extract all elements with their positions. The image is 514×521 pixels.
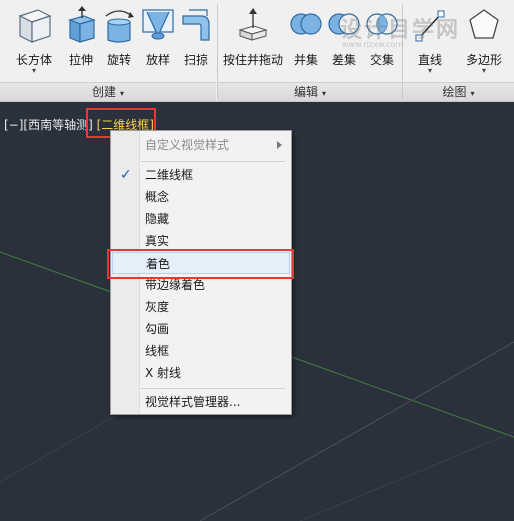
panel-create: 长方体 ▾ 拉伸 旋转 放样 扫掠 创建 ▾ (0, 0, 217, 101)
panel-edit-title[interactable]: 编辑 ▾ (218, 82, 402, 101)
panel-edit-title-text: 编辑 (293, 85, 318, 99)
loft-label: 放样 (145, 53, 170, 67)
menu-item-x-ray[interactable]: X 射线 (112, 362, 290, 384)
extrude-label: 拉伸 (68, 53, 93, 67)
box-dropdown-arrow[interactable]: ▾ (8, 66, 60, 75)
revolve-label: 旋转 (106, 53, 131, 67)
ribbon: 长方体 ▾ 拉伸 旋转 放样 扫掠 创建 ▾ 按住并拖动 并集 差集 交集 编辑… (0, 0, 514, 102)
watermark-url: www.rjzxw.com (342, 40, 404, 49)
viewport-menu-control[interactable]: [−] (4, 118, 23, 132)
panel-draw-title[interactable]: 绘图 ▾ (403, 82, 514, 101)
panel-draw-title-text: 绘图 (442, 85, 467, 99)
panel-create-expand-icon: ▾ (120, 89, 125, 98)
intersect-label: 交集 (369, 53, 394, 67)
revolve-icon (105, 10, 134, 43)
union-icon (290, 13, 322, 35)
loft-icon (142, 9, 174, 40)
sweep-label: 扫掠 (183, 53, 208, 67)
menu-item-conceptual[interactable]: 概念 (112, 186, 290, 208)
panel-create-title[interactable]: 创建 ▾ (0, 82, 216, 101)
sweep-icon (182, 9, 210, 41)
submenu-arrow-icon (277, 141, 282, 149)
menu-item-wireframe[interactable]: 线框 (112, 340, 290, 362)
subtract-label: 差集 (331, 53, 356, 67)
panel-create-title-text: 创建 (91, 85, 116, 99)
box-icon (18, 9, 52, 43)
line-dropdown-arrow[interactable]: ▾ (407, 66, 453, 75)
menu-item-2d-wireframe[interactable]: ✓ 二维线框 (112, 164, 290, 186)
menu-separator (141, 388, 285, 389)
menu-item-hidden[interactable]: 隐藏 (112, 208, 290, 230)
menu-separator (141, 161, 285, 162)
menu-item-visual-styles-manager[interactable]: 视觉样式管理器... (112, 391, 290, 413)
menu-item-sketchy[interactable]: 勾画 (112, 318, 290, 340)
polygon-dropdown-arrow[interactable]: ▾ (457, 66, 511, 75)
shaded-highlight-box (107, 249, 294, 279)
menu-item-shades-of-gray[interactable]: 灰度 (112, 296, 290, 318)
checkmark-icon: ✓ (120, 167, 132, 183)
menu-item-custom-visual-style[interactable]: 自定义视觉样式 (112, 134, 290, 156)
union-label: 并集 (293, 53, 318, 67)
panel-draw-expand-icon: ▾ (470, 89, 475, 98)
polygon-icon (469, 9, 499, 39)
extrude-icon (68, 6, 96, 43)
view-preset-control[interactable]: [西南等轴测] (23, 118, 92, 132)
presspull-label: 按住并拖动 (222, 53, 283, 67)
presspull-icon (238, 8, 268, 41)
panel-edit-expand-icon: ▾ (322, 89, 327, 98)
